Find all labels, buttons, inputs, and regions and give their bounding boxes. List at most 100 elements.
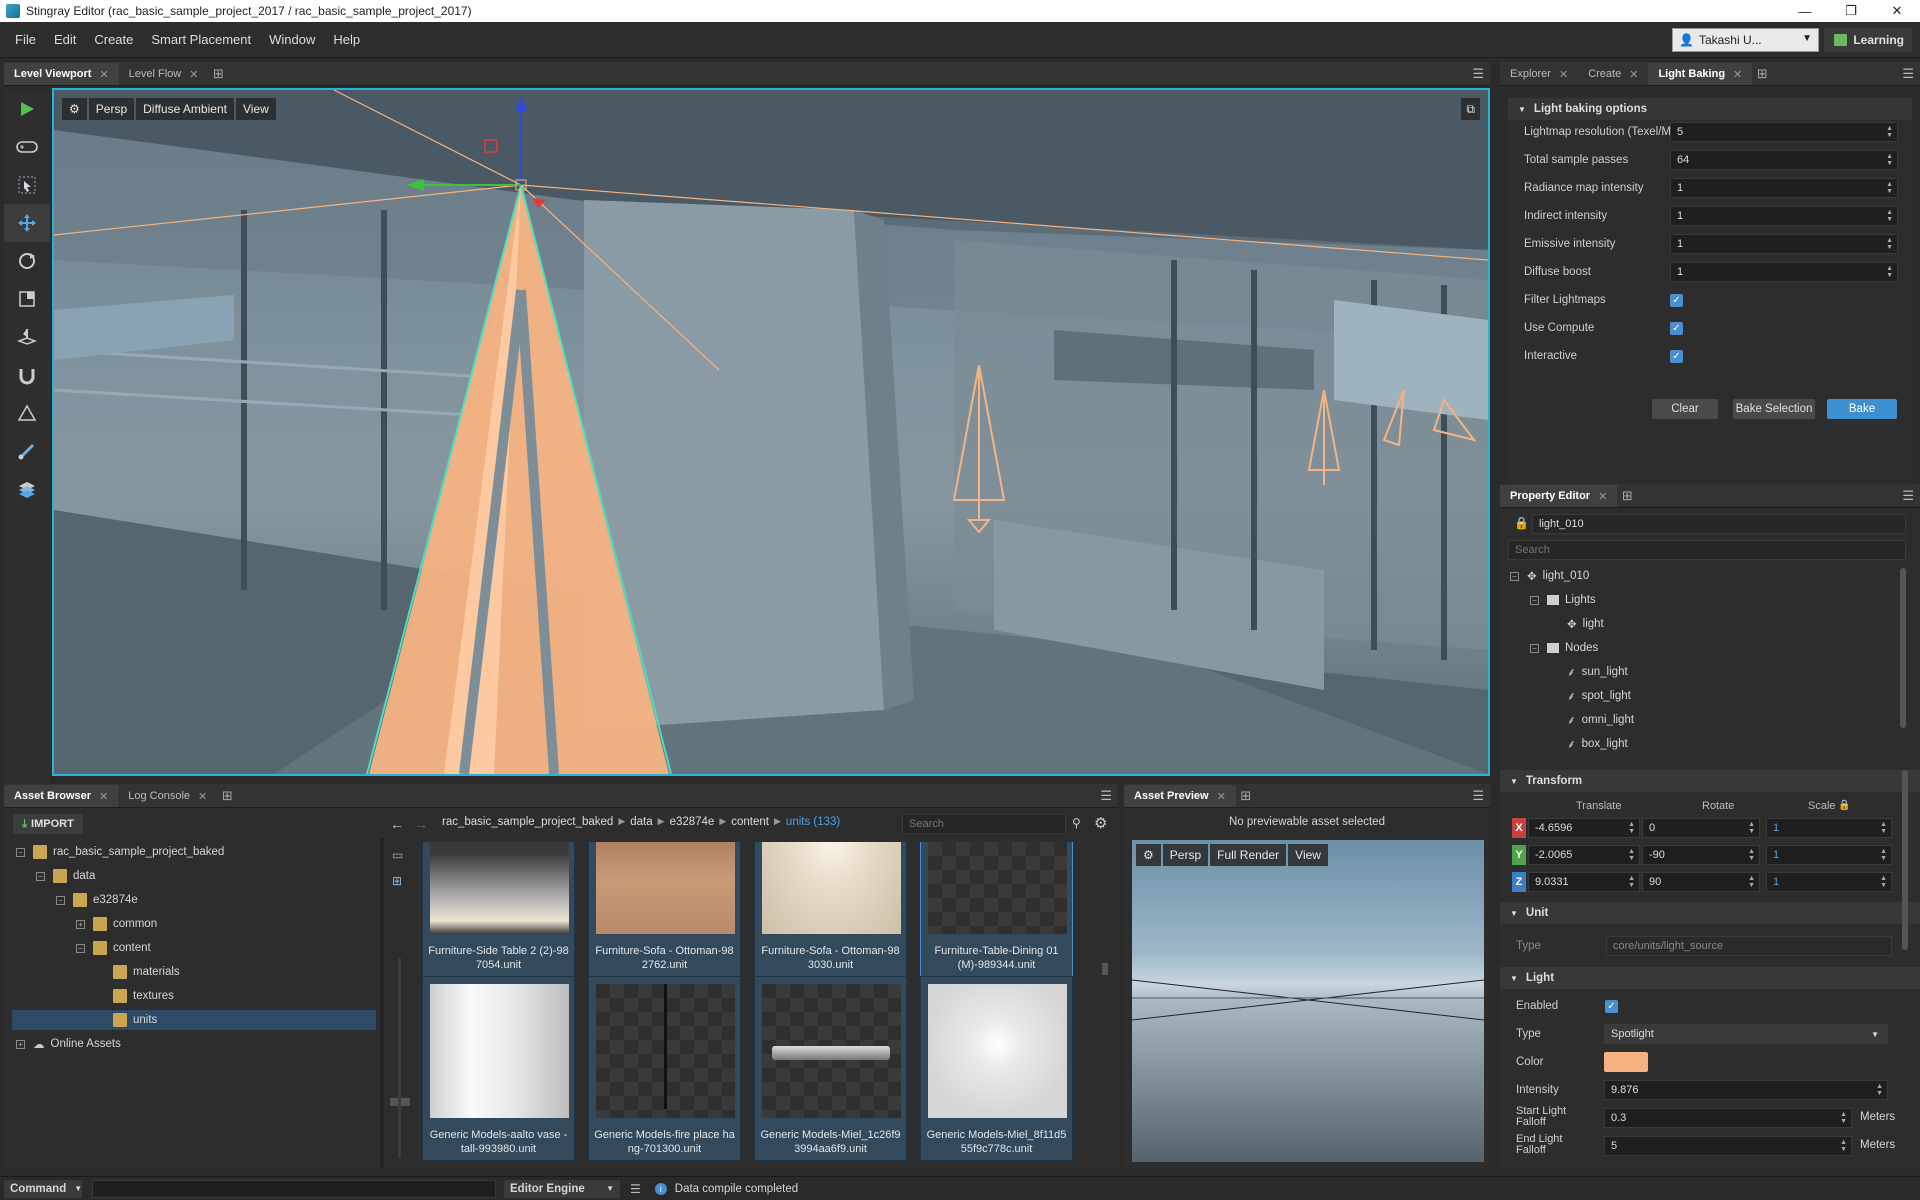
tab-level-flow[interactable]: Level Flow ✕ [119,63,209,85]
spinner-icon[interactable]: ▲ ▼ [1880,875,1887,889]
close-icon[interactable]: ✕ [1559,68,1568,81]
collapse-toggle-icon[interactable]: − [1530,643,1539,653]
spinner-icon[interactable]: ▲ ▼ [1748,848,1755,862]
spinner-icon[interactable]: ▲ ▼ [1886,181,1893,195]
expand-toggle-icon[interactable]: + [76,919,85,929]
asset-thumbnail[interactable]: Generic Models-aalto vase - tall-993980.… [422,976,575,1161]
settings-gear-icon[interactable]: ⚙ [1094,814,1107,832]
property-tree-item[interactable]: − Lights [1530,590,1596,610]
translate-field[interactable]: -2.0065 ▲ ▼ [1528,845,1640,865]
spinner-icon[interactable]: ▲ ▼ [1748,875,1755,889]
bake-selection-button[interactable]: Bake Selection [1733,399,1815,419]
engine-dropdown[interactable]: Editor Engine ▼ [504,1179,620,1198]
scrollbar[interactable] [1102,963,1108,975]
property-search-input[interactable]: Search [1508,540,1906,560]
asset-thumbnail[interactable]: Furniture-Side Table 2 (2)-98 7054.unit [422,842,575,977]
gamepad-icon[interactable] [4,128,50,166]
command-input[interactable] [92,1179,496,1198]
baking-field-input[interactable]: 1 ▲ ▼ [1670,206,1898,226]
camera-mode-button[interactable]: Persp [88,98,135,120]
clear-button[interactable]: Clear [1652,399,1718,419]
asset-thumbnail[interactable]: Generic Models-Miel_8f11d5 55f9c778c.uni… [920,976,1073,1161]
command-mode-dropdown[interactable]: Command ▼ [4,1179,82,1198]
transform-section-header[interactable]: ▼ Transform [1500,770,1920,792]
paint-brush-icon[interactable] [4,432,50,470]
close-icon[interactable]: ✕ [99,790,108,803]
breadcrumb-item[interactable]: rac_basic_sample_project_baked [442,816,613,828]
spinner-icon[interactable]: ▲ ▼ [1748,821,1755,835]
translate-field[interactable]: -4.6596 ▲ ▼ [1528,818,1640,838]
intensity-field[interactable]: 9.876 ▲ ▼ [1604,1080,1888,1100]
baking-checkbox[interactable]: ✓ [1670,322,1683,335]
light-color-swatch[interactable] [1604,1052,1648,1072]
baking-field-input[interactable]: 64 ▲ ▼ [1670,150,1898,170]
user-account-dropdown[interactable]: 👤 Takashi U... ▼ [1672,28,1819,52]
asset-thumbnail[interactable]: Generic Models-Miel_1c26f9 3994aa6f9.uni… [754,976,907,1161]
unit-section-header[interactable]: ▼ Unit [1500,902,1920,924]
breadcrumb-item[interactable]: units (133) [786,816,840,828]
asset-view-icon[interactable]: ⊞ [392,874,402,888]
tab-create[interactable]: Create ✕ [1578,63,1648,85]
light-section-header[interactable]: ▼ Light [1500,967,1920,989]
spinner-icon[interactable]: ▲ ▼ [1840,1111,1847,1125]
spinner-icon[interactable]: ▲ ▼ [1628,848,1635,862]
tab-explorer[interactable]: Explorer ✕ [1500,63,1578,85]
spinner-icon[interactable]: ▲ ▼ [1880,821,1887,835]
asset-folder-item[interactable]: − content [12,938,376,958]
bake-button[interactable]: Bake [1827,399,1897,419]
close-icon[interactable]: ✕ [1217,790,1226,803]
asset-thumbnail[interactable]: Furniture-Sofa - Ottoman-98 3030.unit [754,842,907,977]
collapse-toggle-icon[interactable]: − [1530,595,1539,605]
preview-view-button[interactable]: View [1288,844,1328,866]
breadcrumb-item[interactable]: content [731,816,769,828]
hamburger-menu-icon[interactable]: ☰ [1472,66,1484,82]
asset-thumbnail[interactable]: Furniture-Sofa - Ottoman-98 2762.unit [588,842,741,977]
expand-toggle-icon[interactable]: − [76,943,85,953]
collapse-toggle-icon[interactable]: − [1510,571,1519,581]
scale-field[interactable]: 1 ▲ ▼ [1766,818,1892,838]
spinner-icon[interactable]: ▲ ▼ [1880,848,1887,862]
asset-folder-item[interactable]: + ☁ Online Assets [12,1034,376,1054]
gear-icon[interactable]: ⚙ [62,98,87,120]
splitter[interactable] [380,838,384,1168]
rotate-field[interactable]: 0 ▲ ▼ [1642,818,1760,838]
maximize-button[interactable]: ❐ [1828,0,1874,22]
light-baking-section-header[interactable]: ▼ Light baking options [1508,98,1912,120]
asset-folder-item[interactable]: + common [12,914,376,934]
close-icon[interactable]: ✕ [1629,68,1638,81]
menu-file[interactable]: File [6,32,45,47]
learning-button[interactable]: Learning [1824,28,1912,52]
folder-view-icon[interactable]: ▭ [392,848,403,862]
asset-folder-item[interactable]: − data [12,866,376,886]
tab-property-editor[interactable]: Property Editor ✕ [1500,485,1618,507]
property-tree-item[interactable]: ⸙ spot_light [1550,686,1631,706]
gear-icon[interactable]: ⚙ [1136,844,1161,866]
asset-folder-item[interactable]: − e32874e [12,890,376,910]
spinner-icon[interactable]: ▲ ▼ [1886,265,1893,279]
end-falloff-field[interactable]: 5 ▲ ▼ [1604,1136,1852,1156]
asset-folder-item[interactable]: materials [12,962,376,982]
breadcrumb-item[interactable]: e32874e [670,816,715,828]
hamburger-menu-icon[interactable]: ☰ [1100,788,1112,804]
translate-field[interactable]: 9.0331 ▲ ▼ [1528,872,1640,892]
move-tool-icon[interactable] [4,204,50,242]
scale-field[interactable]: 1 ▲ ▼ [1766,845,1892,865]
scrollbar[interactable] [1900,568,1906,728]
start-falloff-field[interactable]: 0.3 ▲ ▼ [1604,1108,1852,1128]
light-type-dropdown[interactable]: Spotlight ▼ [1604,1024,1888,1044]
lock-icon[interactable]: 🔒 [1514,516,1529,530]
tab-level-viewport[interactable]: Level Viewport ✕ [4,63,119,85]
scrollbar[interactable] [1902,770,1908,950]
baking-field-input[interactable]: 1 ▲ ▼ [1670,262,1898,282]
tab-light-baking[interactable]: Light Baking ✕ [1648,63,1753,85]
rotate-field[interactable]: 90 ▲ ▼ [1642,872,1760,892]
expand-toggle-icon[interactable]: + [16,1039,25,1049]
asset-search-input[interactable]: Search [902,814,1066,834]
tab-asset-browser[interactable]: Asset Browser ✕ [4,785,119,807]
level-viewport[interactable]: ⚙ Persp Diffuse Ambient View ⧉ [52,88,1490,776]
tab-log-console[interactable]: Log Console ✕ [118,785,217,807]
maximize-viewport-icon[interactable]: ⧉ [1461,98,1480,120]
object-name-field[interactable]: light_010 [1532,514,1906,534]
layers-stack-icon[interactable] [4,470,50,508]
asset-thumbnail[interactable]: Generic Models-fire place ha ng-701300.u… [588,976,741,1161]
